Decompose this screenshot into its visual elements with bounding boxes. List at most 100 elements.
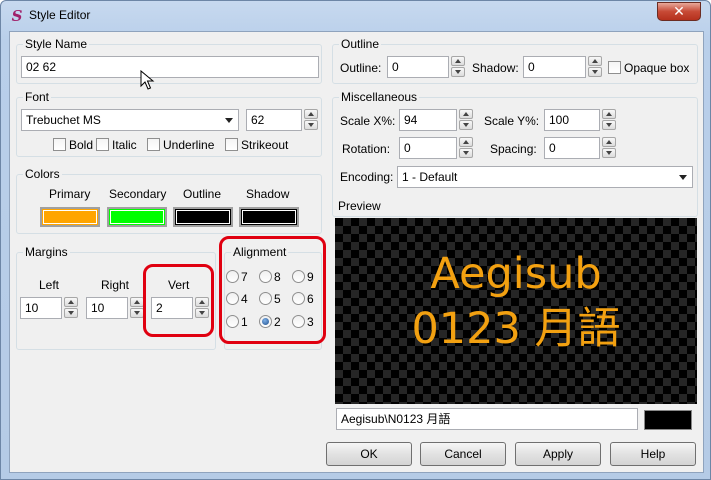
- shadow-depth-spinner[interactable]: [588, 56, 604, 78]
- align-7-radio[interactable]: [226, 270, 239, 283]
- font-size-spinner[interactable]: [304, 109, 320, 131]
- preview-line-2: 0123 月語: [411, 304, 621, 354]
- margin-vert-label: Vert: [168, 278, 190, 292]
- shadow-depth-input[interactable]: 0: [523, 56, 586, 78]
- margin-left-input[interactable]: 10: [20, 297, 62, 319]
- outline-color-swatch[interactable]: [173, 207, 233, 227]
- ok-button[interactable]: OK: [326, 442, 412, 466]
- spin-up-arrow-icon[interactable]: [195, 297, 209, 307]
- spin-up-arrow-icon[interactable]: [304, 109, 318, 119]
- spin-down-arrow-icon[interactable]: [459, 120, 473, 130]
- scale-x-spinner[interactable]: [459, 109, 475, 131]
- margin-left-spinner[interactable]: [64, 297, 80, 319]
- font-family-select[interactable]: Trebuchet MS: [21, 109, 239, 131]
- outline-width-label: Outline:: [340, 61, 382, 75]
- primary-color-label: Primary: [49, 187, 91, 201]
- style-name-input[interactable]: 02 62: [21, 56, 319, 78]
- align-2-label: 2: [274, 315, 281, 329]
- underline-checkbox[interactable]: [147, 138, 160, 151]
- title-bar[interactable]: S Style Editor ✕: [1, 1, 710, 31]
- encoding-label: Encoding:: [340, 170, 394, 184]
- spin-up-arrow-icon[interactable]: [451, 56, 465, 66]
- primary-color-swatch[interactable]: [40, 207, 100, 227]
- apply-button[interactable]: Apply: [515, 442, 601, 466]
- shadow-color-label: Shadow: [246, 187, 290, 201]
- align-1-radio[interactable]: [226, 315, 239, 328]
- miscellaneous-group-title: Miscellaneous: [339, 90, 420, 104]
- rotation-label: Rotation:: [342, 142, 391, 156]
- style-name-group-title: Style Name: [23, 37, 90, 51]
- margin-right-label: Right: [101, 278, 130, 292]
- spacing-spinner[interactable]: [602, 137, 618, 159]
- align-3-label: 3: [307, 315, 314, 329]
- outline-width-spinner[interactable]: [451, 56, 467, 78]
- rotation-input[interactable]: 0: [399, 137, 457, 159]
- strikeout-checkbox[interactable]: [225, 138, 238, 151]
- outline-width-input[interactable]: 0: [387, 56, 449, 78]
- spin-down-arrow-icon[interactable]: [459, 148, 473, 158]
- scale-y-spinner[interactable]: [602, 109, 618, 131]
- preview-text-input[interactable]: Aegisub\N0123 月語: [336, 408, 638, 430]
- spin-up-arrow-icon[interactable]: [459, 137, 473, 147]
- margin-right-input[interactable]: 10: [86, 297, 128, 319]
- spin-up-arrow-icon[interactable]: [588, 56, 602, 66]
- margin-vert-input[interactable]: 2: [151, 297, 193, 319]
- opaque-box-label: Opaque box: [624, 61, 690, 75]
- italic-label: Italic: [112, 138, 137, 152]
- shadow-depth-label: Shadow:: [472, 61, 519, 75]
- encoding-select[interactable]: 1 - Default: [397, 166, 693, 188]
- align-2-radio[interactable]: [259, 315, 272, 328]
- spin-up-arrow-icon[interactable]: [130, 297, 144, 307]
- margin-right-spinner[interactable]: [130, 297, 146, 319]
- italic-checkbox[interactable]: [96, 138, 109, 151]
- spin-up-arrow-icon[interactable]: [602, 137, 616, 147]
- align-5-label: 5: [274, 292, 281, 306]
- rotation-spinner[interactable]: [459, 137, 475, 159]
- spin-up-arrow-icon[interactable]: [459, 109, 473, 119]
- secondary-color-swatch[interactable]: [107, 207, 167, 227]
- cancel-button[interactable]: Cancel: [420, 442, 506, 466]
- dialog-client-area: Style Name 02 62 Font Trebuchet MS 62 Bo…: [9, 31, 704, 473]
- help-button[interactable]: Help: [610, 442, 696, 466]
- close-button[interactable]: ✕: [657, 2, 701, 21]
- spin-down-arrow-icon[interactable]: [130, 308, 144, 318]
- spin-down-arrow-icon[interactable]: [588, 67, 602, 77]
- align-8-label: 8: [274, 270, 281, 284]
- preview-background-color-button[interactable]: [644, 410, 692, 430]
- preview-group-title: Preview: [338, 199, 381, 213]
- spin-down-arrow-icon[interactable]: [602, 120, 616, 130]
- align-4-radio[interactable]: [226, 292, 239, 305]
- align-4-label: 4: [241, 292, 248, 306]
- colors-group-title: Colors: [23, 167, 62, 181]
- scale-x-input[interactable]: 94: [399, 109, 457, 131]
- font-size-input[interactable]: 62: [246, 109, 302, 131]
- spin-down-arrow-icon[interactable]: [602, 148, 616, 158]
- spin-down-arrow-icon[interactable]: [195, 308, 209, 318]
- opaque-box-checkbox[interactable]: [608, 61, 621, 74]
- align-9-radio[interactable]: [292, 270, 305, 283]
- scale-y-label: Scale Y%:: [484, 114, 540, 128]
- align-5-radio[interactable]: [259, 292, 272, 305]
- spin-down-arrow-icon[interactable]: [451, 67, 465, 77]
- spin-down-arrow-icon[interactable]: [64, 308, 78, 318]
- shadow-color-swatch[interactable]: [239, 207, 299, 227]
- strikeout-label: Strikeout: [241, 138, 289, 152]
- bold-checkbox[interactable]: [53, 138, 66, 151]
- spin-up-arrow-icon[interactable]: [602, 109, 616, 119]
- chevron-down-icon: [679, 175, 687, 180]
- alignment-group-title: Alignment: [231, 245, 289, 259]
- align-8-radio[interactable]: [259, 270, 272, 283]
- underline-label: Underline: [163, 138, 215, 152]
- window-title: Style Editor: [29, 8, 91, 22]
- bold-label: Bold: [69, 138, 94, 152]
- scale-x-label: Scale X%:: [340, 114, 396, 128]
- aegisub-app-icon: S: [11, 7, 23, 25]
- align-3-radio[interactable]: [292, 315, 305, 328]
- align-1-label: 1: [241, 315, 248, 329]
- align-6-radio[interactable]: [292, 292, 305, 305]
- margin-vert-spinner[interactable]: [195, 297, 211, 319]
- spin-down-arrow-icon[interactable]: [304, 120, 318, 130]
- spacing-input[interactable]: 0: [544, 137, 600, 159]
- scale-y-input[interactable]: 100: [544, 109, 600, 131]
- spin-up-arrow-icon[interactable]: [64, 297, 78, 307]
